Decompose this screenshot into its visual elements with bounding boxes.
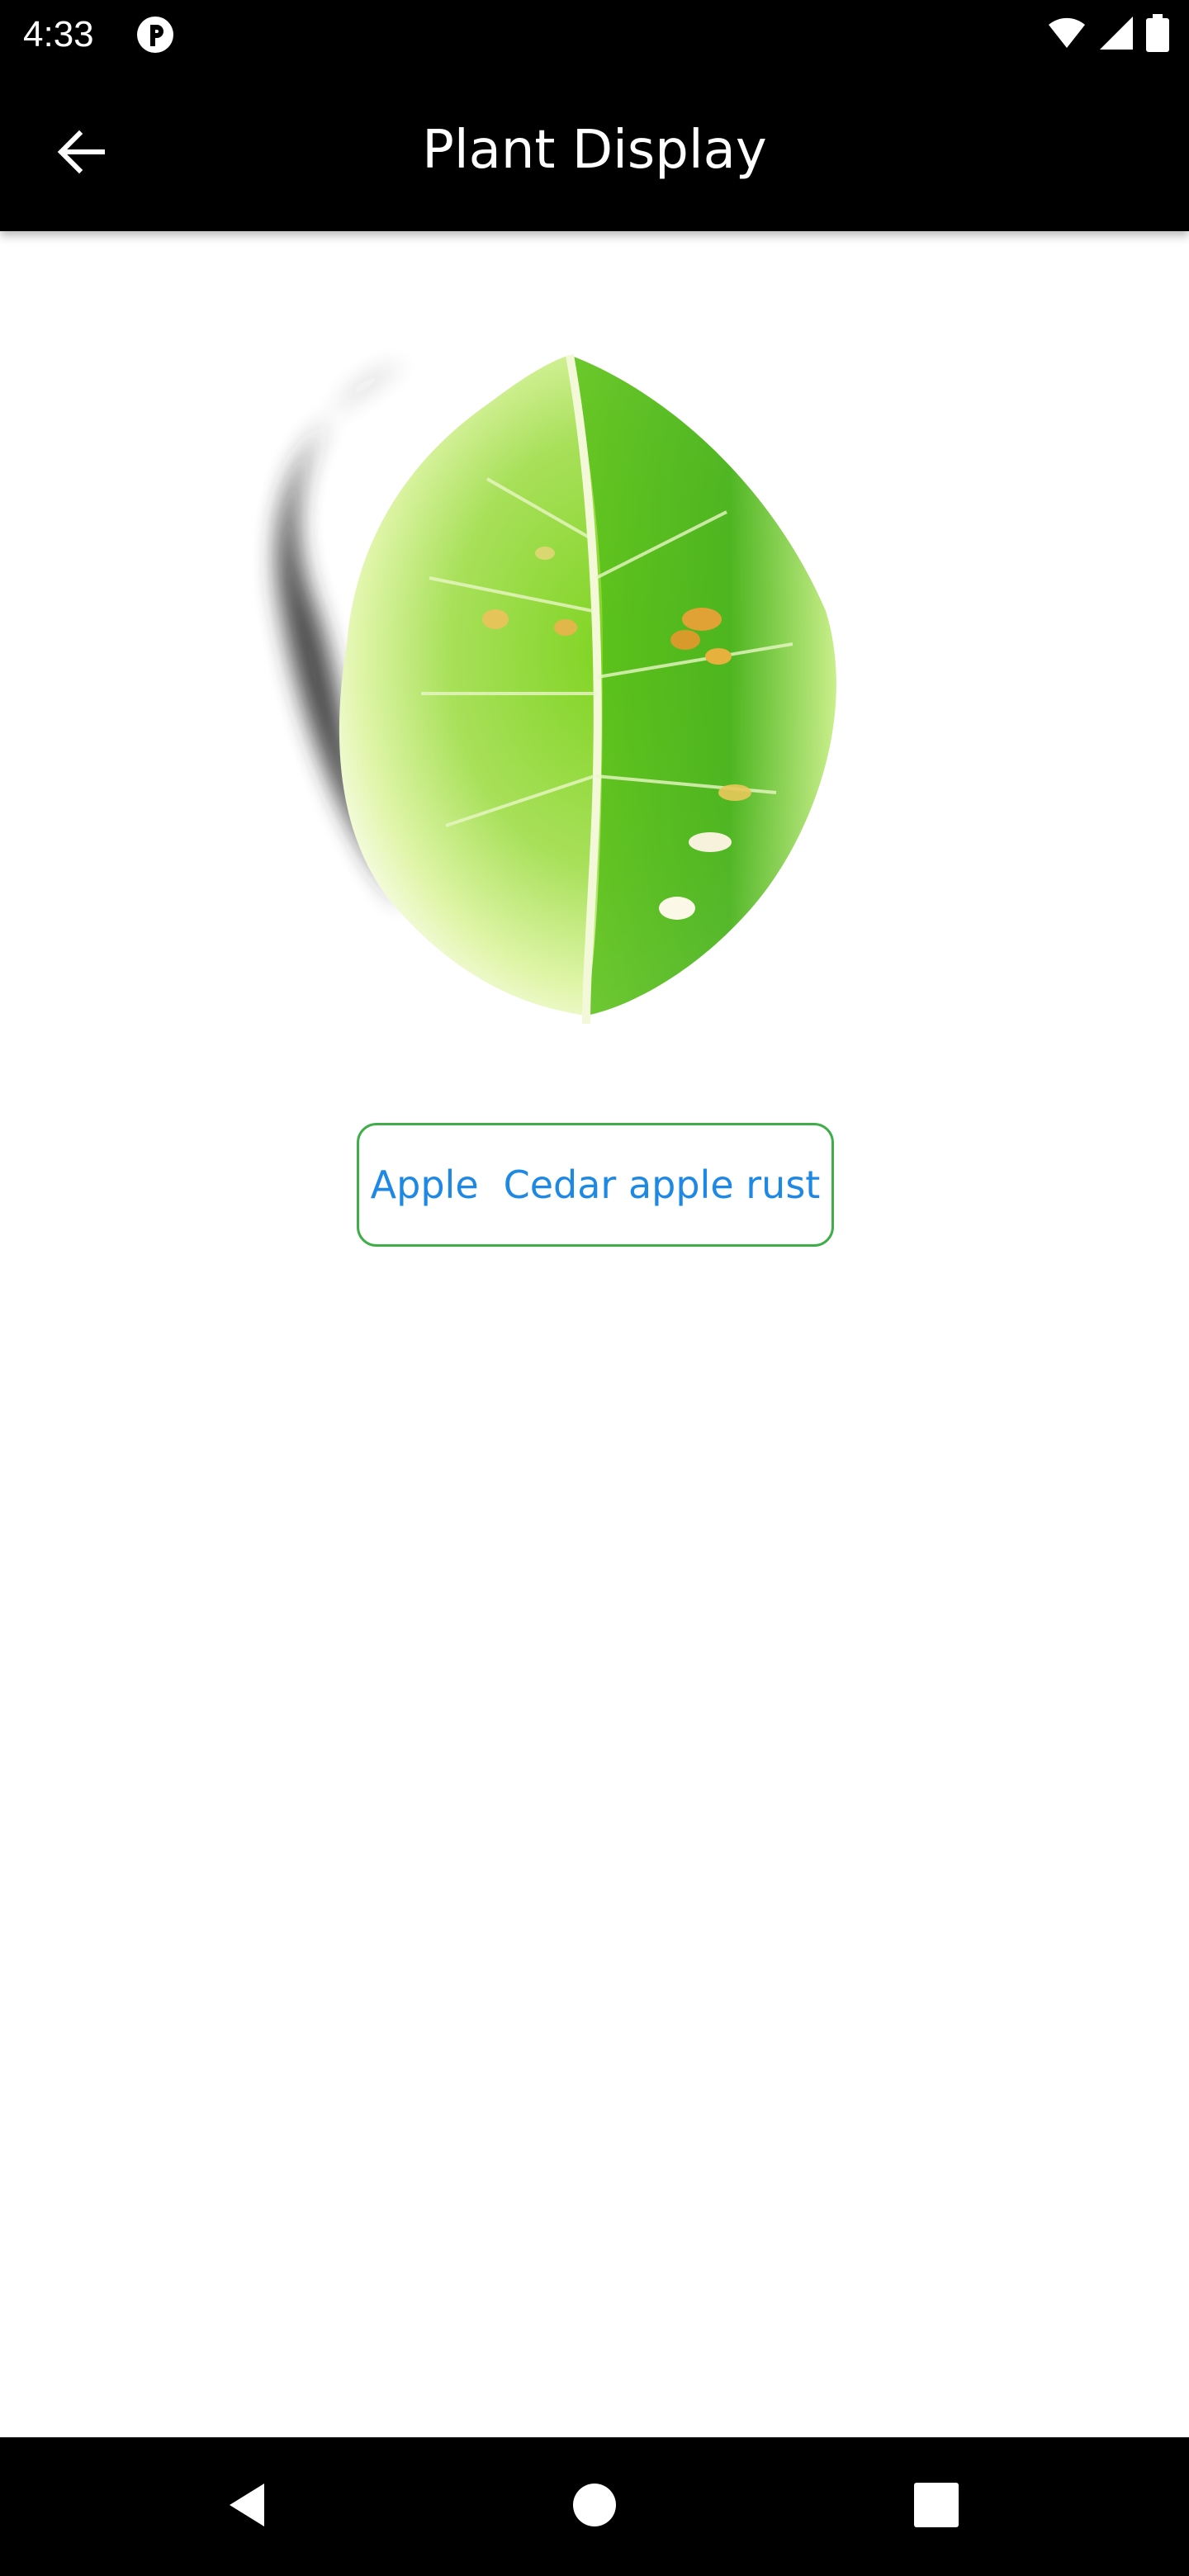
disease-name: Cedar apple rust [503, 1163, 821, 1207]
signal-icon [1098, 15, 1135, 55]
recents-square-icon [914, 2482, 959, 2531]
nav-recents-button[interactable] [895, 2465, 978, 2548]
back-triangle-icon [223, 2480, 272, 2534]
plant-name: Apple [370, 1163, 479, 1207]
status-icons [1047, 13, 1169, 56]
app-notification-icon [135, 15, 175, 54]
page-title: Plant Display [422, 120, 767, 181]
status-bar: 4:33 [0, 0, 1189, 69]
system-nav-bar [0, 2437, 1189, 2576]
nav-back-button[interactable] [206, 2465, 289, 2548]
status-time: 4:33 [23, 14, 94, 54]
wifi-icon [1047, 17, 1087, 54]
nav-home-button[interactable] [553, 2465, 636, 2548]
prediction-result: Apple Cedar apple rust [357, 1123, 834, 1247]
home-circle-icon [571, 2482, 618, 2532]
leaf-image [215, 330, 842, 1040]
app-bar: Plant Display [0, 69, 1189, 231]
battery-icon [1146, 13, 1169, 56]
